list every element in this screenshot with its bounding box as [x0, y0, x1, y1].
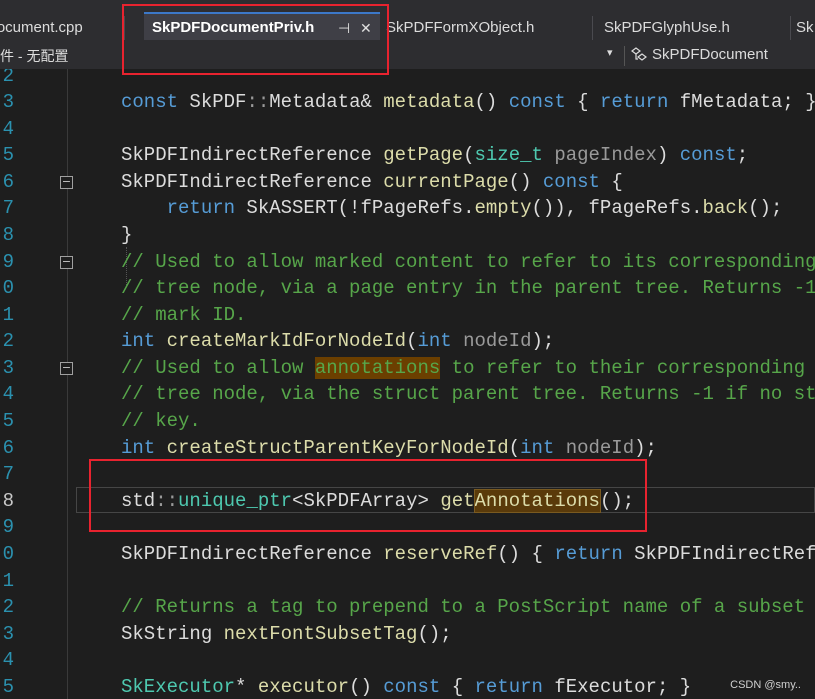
line-number: 6: [2, 171, 14, 193]
line-number: 4: [2, 118, 14, 140]
line-number: 3: [2, 623, 14, 645]
tab-label: Document.cpp: [0, 19, 83, 36]
search-match-highlight: annotations: [314, 357, 441, 379]
line-number: 5: [2, 410, 14, 432]
watermark: CSDN @smy..: [730, 679, 801, 691]
line-number: 2: [2, 69, 14, 87]
code-line[interactable]: // Used to allow marked content to refer…: [121, 249, 815, 276]
tab-label: SkPDFFormXObject.h: [386, 19, 535, 36]
fold-collapse-icon[interactable]: −: [60, 256, 73, 269]
code-line[interactable]: SkPDFIndirectReference currentPage() con…: [121, 169, 623, 196]
line-number: 7: [2, 463, 14, 485]
line-number: 4: [2, 383, 14, 405]
line-number: 0: [2, 277, 14, 299]
annotation-box-tab: [122, 4, 389, 75]
tab-document-cpp[interactable]: Document.cpp: [0, 14, 118, 42]
line-number: 2: [2, 596, 14, 618]
code-line[interactable]: // Returns a tag to prepend to a PostScr…: [121, 594, 815, 621]
class-icon: [631, 47, 647, 61]
fold-collapse-icon[interactable]: −: [60, 176, 73, 189]
tab-label: SkPDFGlyphUse.h: [604, 19, 730, 36]
code-line[interactable]: SkPDFIndirectReference getPage(size_t pa…: [121, 142, 748, 169]
code-line[interactable]: int createMarkIdForNodeId(int nodeId);: [121, 328, 554, 355]
fold-collapse-icon[interactable]: −: [60, 362, 73, 375]
code-line[interactable]: SkExecutor* executor() const { return fE…: [121, 674, 691, 699]
code-line[interactable]: const SkPDF::Metadata& metadata() const …: [121, 89, 815, 116]
line-number: 8: [2, 224, 14, 246]
project-scope-label: 件 - 无配置: [0, 48, 69, 64]
line-number: 1: [2, 304, 14, 326]
line-number: 6: [2, 437, 14, 459]
code-line[interactable]: // mark ID.: [121, 302, 246, 329]
nav-separator: [624, 46, 625, 66]
line-number: 1: [2, 570, 14, 592]
tab-separator: [790, 16, 791, 40]
line-number-current: 8: [2, 490, 14, 512]
class-selector-label[interactable]: SkPDFDocument: [652, 46, 768, 63]
line-number: 3: [2, 91, 14, 113]
code-line[interactable]: // tree node, via the struct parent tree…: [121, 381, 815, 408]
code-line[interactable]: SkString nextFontSubsetTag();: [121, 621, 452, 648]
gutter-divider: [67, 69, 68, 699]
line-number: 4: [2, 649, 14, 671]
line-number: 2: [2, 330, 14, 352]
tab-label: Sk: [796, 19, 814, 36]
tab-skpdfglyphuse-h[interactable]: SkPDFGlyphUse.h: [604, 14, 784, 42]
line-number: 9: [2, 516, 14, 538]
tab-overflow[interactable]: Sk: [796, 14, 815, 42]
line-number: 5: [2, 676, 14, 698]
line-number: 9: [2, 251, 14, 273]
code-line[interactable]: // tree node, via a page entry in the pa…: [121, 275, 815, 302]
code-line[interactable]: // Used to allow annotations to refer to…: [121, 355, 815, 382]
code-line[interactable]: SkPDFIndirectReference reserveRef() { re…: [121, 541, 815, 568]
line-number: 0: [2, 543, 14, 565]
line-number: 5: [2, 144, 14, 166]
line-number: 3: [2, 357, 14, 379]
annotation-box-code: [89, 459, 647, 532]
code-line[interactable]: return SkASSERT(!fPageRefs.empty()), fPa…: [121, 195, 783, 222]
code-line[interactable]: int createStructParentKeyForNodeId(int n…: [121, 435, 657, 462]
line-number: 7: [2, 197, 14, 219]
code-editor[interactable]: 2 3 4 5 6 7 8 9 0 1 2 3 4 5 6 7 8 9 0 1 …: [0, 69, 815, 699]
code-line[interactable]: }: [121, 222, 132, 249]
tab-skpdfformxobject-h[interactable]: SkPDFFormXObject.h: [386, 14, 586, 42]
chevron-down-icon[interactable]: ▾: [607, 46, 613, 59]
code-line[interactable]: // key.: [121, 408, 201, 435]
tab-separator: [592, 16, 593, 40]
